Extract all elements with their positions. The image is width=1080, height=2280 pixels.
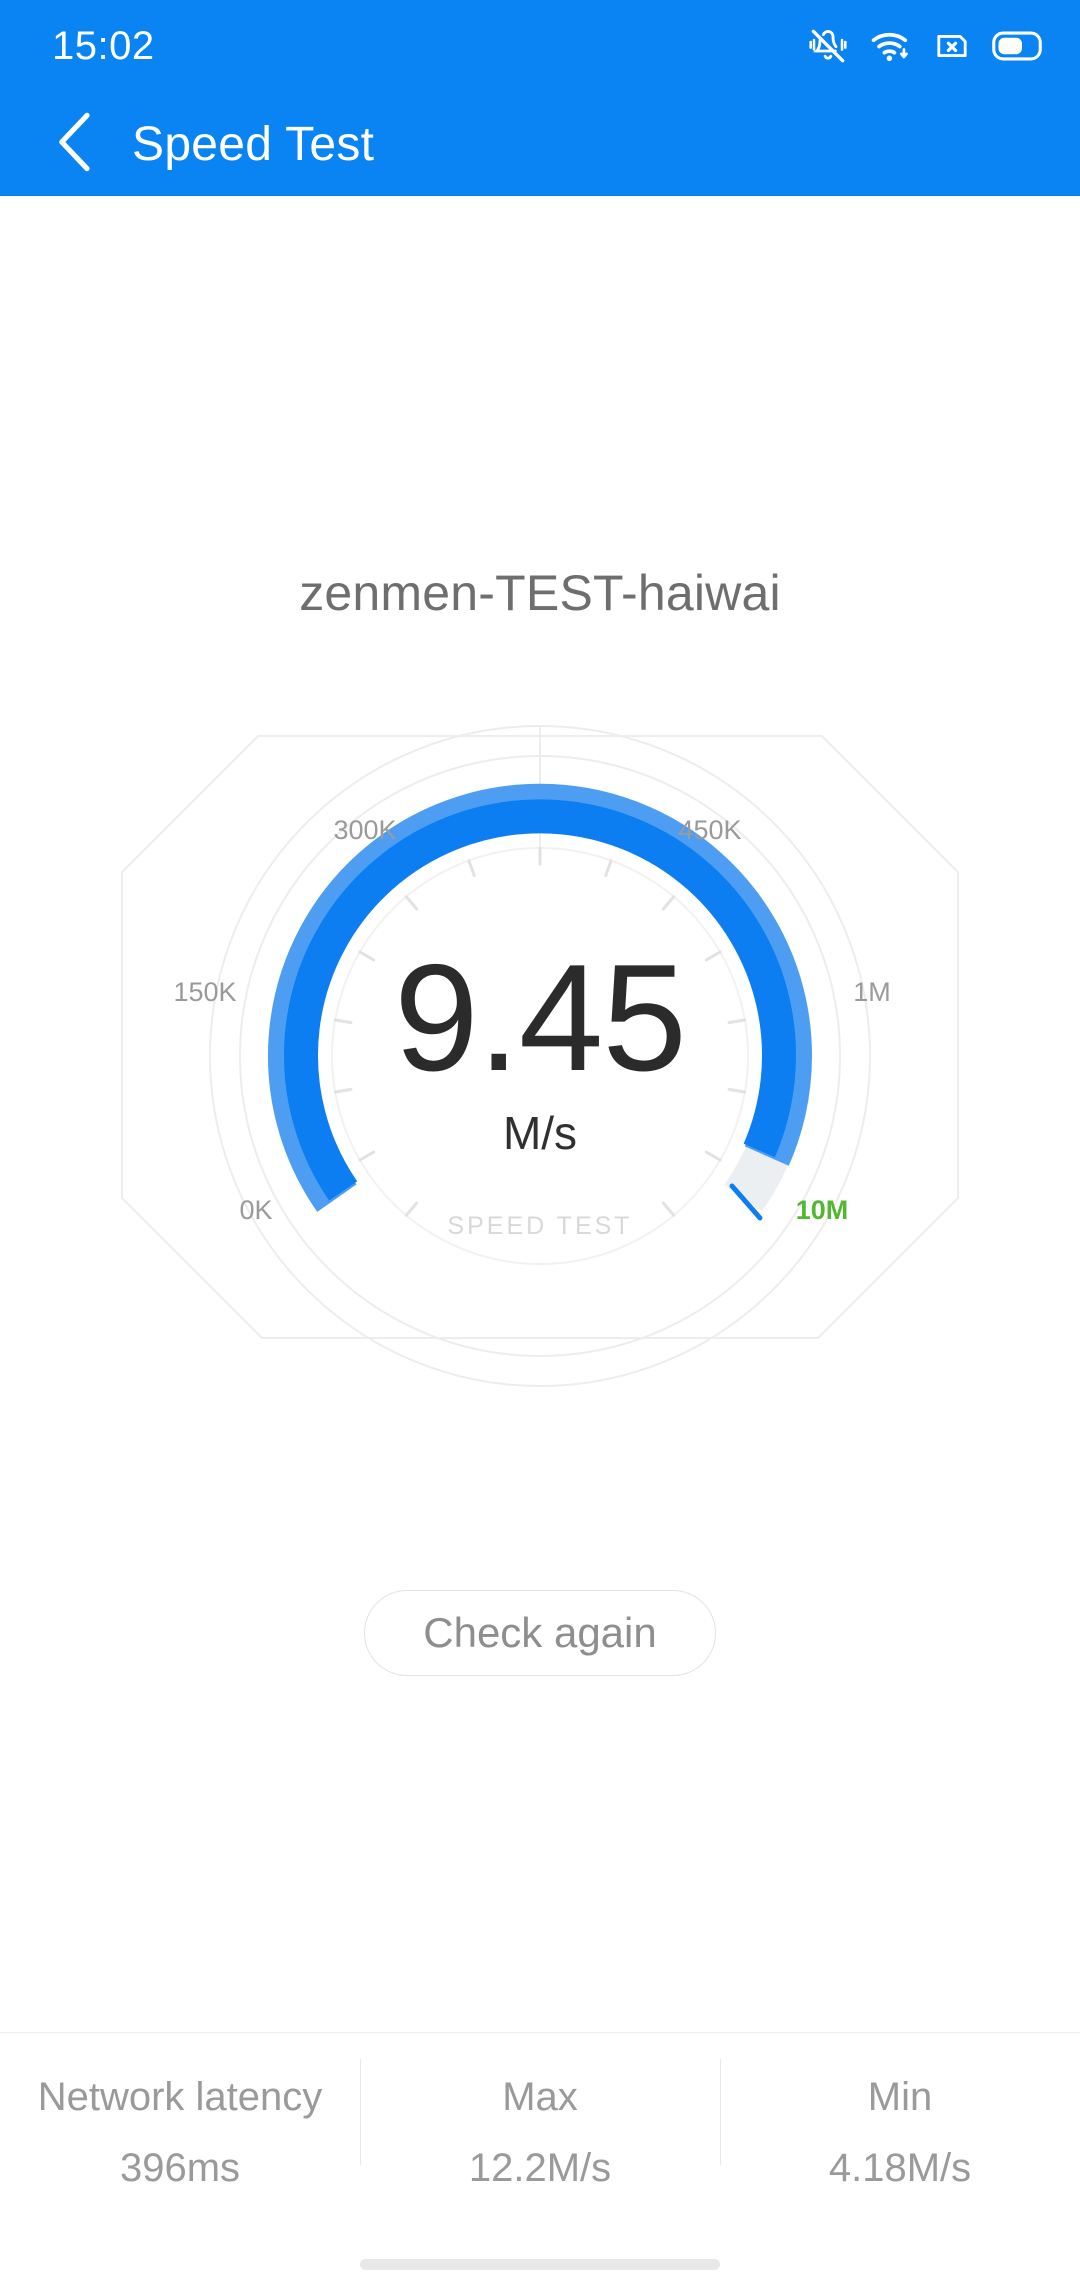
gauge-caption: SPEED TEST xyxy=(447,1212,633,1240)
stat-network-latency: Network latency 396ms xyxy=(0,2033,360,2233)
speed-value: 9.45 xyxy=(394,933,687,1103)
stat-min: Min 4.18M/s xyxy=(720,2033,1080,2233)
page-title: Speed Test xyxy=(132,117,375,171)
app-bar: Speed Test xyxy=(0,92,1080,196)
status-bar: 15:02 xyxy=(0,0,1080,92)
stat-value: 4.18M/s xyxy=(828,2146,972,2190)
home-indicator[interactable] xyxy=(360,2259,720,2270)
speed-test-screen: 15:02 Speed Test zenmen-TEST-haiwai 0K 1… xyxy=(0,0,1080,2280)
status-icon-group xyxy=(808,26,1042,66)
gauge-tick-label-2: 300K xyxy=(333,815,396,845)
speed-gauge: 0K 150K 300K 450K 1M 10M 9.45 M/s SPEED … xyxy=(60,674,1020,1484)
gauge-tick-label-3: 450K xyxy=(678,815,741,845)
stat-max: Max 12.2M/s xyxy=(360,2033,720,2233)
speed-unit: M/s xyxy=(502,1107,578,1159)
stat-label: Network latency xyxy=(37,2075,323,2119)
stat-value: 396ms xyxy=(119,2146,241,2190)
main-content: zenmen-TEST-haiwai 0K 150K 300K 450K 1M … xyxy=(0,196,1080,2020)
vibrate-off-icon xyxy=(808,26,848,66)
sim-card-icon xyxy=(934,28,970,64)
stat-label: Max xyxy=(502,2075,578,2119)
status-time: 15:02 xyxy=(52,23,155,68)
stats-row: Network latency 396ms Max 12.2M/s Min 4.… xyxy=(0,2033,1080,2233)
check-again-button[interactable]: Check again xyxy=(364,1590,716,1676)
back-button[interactable] xyxy=(40,109,110,179)
stat-value: 12.2M/s xyxy=(468,2146,612,2190)
stat-label: Min xyxy=(867,2075,933,2119)
battery-icon xyxy=(992,30,1042,62)
wifi-icon xyxy=(870,26,912,66)
network-ssid-label: zenmen-TEST-haiwai xyxy=(299,565,781,621)
chevron-left-icon xyxy=(53,111,97,178)
